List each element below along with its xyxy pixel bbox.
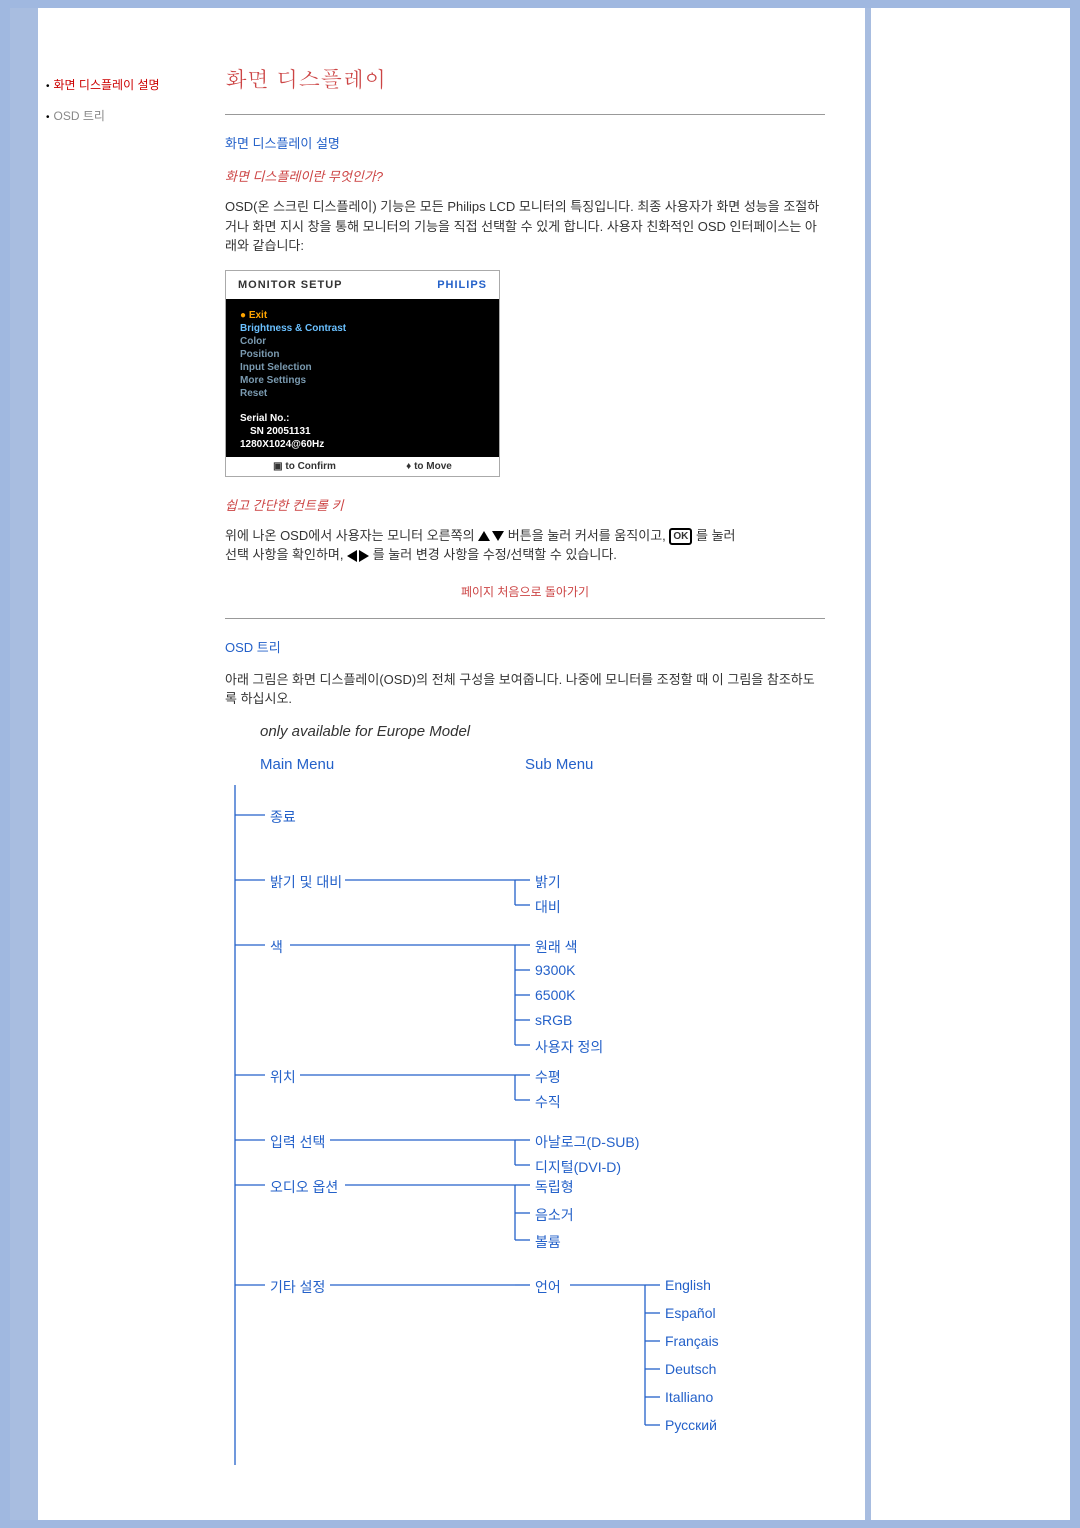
bullet-icon: • (46, 112, 50, 123)
sidebar-link-osd-tree[interactable]: • OSD 트리 (46, 107, 216, 124)
divider (225, 114, 825, 115)
menu-header-row: Main Menu Sub Menu (225, 756, 825, 773)
tree-main-position: 위치 (270, 1067, 296, 1087)
page-title: 화면 디스플레이 (225, 63, 825, 94)
tree-sub-mute: 음소거 (535, 1205, 574, 1225)
tree-sub-srgb: sRGB (535, 1012, 572, 1028)
tree-sub-6500k: 6500K (535, 987, 575, 1003)
sidebar-link-osd-desc[interactable]: • 화면 디스플레이 설명 (46, 76, 216, 93)
sidebar-link-label: OSD 트리 (54, 109, 105, 123)
tree-sub-analog: 아날로그(D-SUB) (535, 1132, 639, 1152)
europe-note: only available for Europe Model (260, 723, 825, 740)
tree-main-input: 입력 선택 (270, 1132, 325, 1152)
sidebar-link-label: 화면 디스플레이 설명 (54, 78, 160, 92)
back-to-top-link[interactable]: 페이지 처음으로 돌아가기 (461, 585, 589, 599)
tree-sub-bright: 밝기 (535, 872, 561, 892)
triangle-down-icon (492, 531, 504, 541)
osd-item-position: Position (240, 348, 485, 361)
main-menu-header: Main Menu (225, 756, 525, 773)
left-right-icon (347, 550, 369, 562)
osd-header: MONITOR SETUP PHILIPS (226, 271, 499, 299)
osd-item-more: More Settings (240, 374, 485, 387)
tree-lang-ru: Русский (665, 1417, 717, 1433)
tree-sub-language: 언어 (535, 1277, 561, 1297)
tree-main-brightness: 밝기 및 대비 (270, 872, 342, 892)
tree-sub-standalone: 독립형 (535, 1177, 574, 1197)
tree-sub-vert: 수직 (535, 1092, 561, 1112)
osd-title: MONITOR SETUP (238, 279, 342, 291)
osd-resolution: 1280X1024@60Hz (240, 438, 485, 451)
tree-lang-en: English (665, 1277, 711, 1293)
paragraph-desc: OSD(온 스크린 디스플레이) 기능은 모든 Philips LCD 모니터의… (225, 197, 825, 256)
tree-sub-user: 사용자 정의 (535, 1037, 603, 1057)
divider (225, 618, 825, 619)
osd-item-color: Color (240, 335, 485, 348)
text-seg: 선택 사항을 확인하며, (225, 547, 347, 562)
section-subheading-controls: 쉽고 간단한 컨트롤 키 (225, 495, 825, 514)
triangle-right-icon (359, 550, 369, 562)
tree-main-color: 색 (270, 937, 283, 957)
tree-sub-9300k: 9300K (535, 962, 575, 978)
tree-main-exit: 종료 (270, 807, 296, 827)
tree-sub-origcolor: 원래 색 (535, 937, 578, 957)
right-border-strip (865, 8, 871, 1520)
tree-sub-volume: 볼륨 (535, 1232, 561, 1252)
back-to-top: 페이지 처음으로 돌아가기 (225, 583, 825, 600)
osd-screenshot: MONITOR SETUP PHILIPS ● Exit Brightness … (225, 270, 500, 477)
bullet-icon: • (46, 81, 50, 92)
osd-serial-label: Serial No.: (240, 412, 485, 425)
section-subheading: 화면 디스플레이란 무엇인가? (225, 166, 825, 185)
osd-footer: ▣ to Confirm ♦ to Move (226, 457, 499, 476)
osd-serial: SN 20051131 (240, 425, 485, 438)
tree-sub-digital: 디지털(DVI-D) (535, 1157, 621, 1177)
osd-item-reset: Reset (240, 387, 485, 400)
text-seg: 를 눌러 (696, 528, 736, 543)
main-content: 화면 디스플레이 화면 디스플레이 설명 화면 디스플레이란 무엇인가? OSD… (225, 8, 855, 1495)
ok-icon: OK (669, 528, 692, 545)
sub-menu-header: Sub Menu (525, 756, 593, 773)
text-seg: 버튼을 눌러 커서를 움직이고, (508, 528, 670, 543)
tree-sub-horiz: 수평 (535, 1067, 561, 1087)
tree-sub-contrast: 대비 (535, 897, 561, 917)
left-border-strip (10, 8, 38, 1520)
tree-main-audio: 오디오 옵션 (270, 1177, 338, 1197)
tree-lang-fr: Français (665, 1333, 719, 1349)
tree-lang-es: Español (665, 1305, 716, 1321)
osd-foot-move: ♦ to Move (406, 461, 452, 472)
tree-lang-de: Deutsch (665, 1361, 716, 1377)
up-down-icon (478, 531, 504, 541)
osd-foot-confirm: ▣ to Confirm (273, 461, 336, 472)
osd-item-exit: ● Exit (240, 309, 485, 322)
text-seg: 를 눌러 변경 사항을 수정/선택할 수 있습니다. (373, 547, 617, 562)
osd-brand: PHILIPS (437, 279, 487, 291)
page-container: • 화면 디스플레이 설명 • OSD 트리 화면 디스플레이 화면 디스플레이 설… (10, 8, 1070, 1520)
tree-main-more: 기타 설정 (270, 1277, 325, 1297)
osd-item-input: Input Selection (240, 361, 485, 374)
triangle-left-icon (347, 550, 357, 562)
section-heading-desc: 화면 디스플레이 설명 (225, 133, 825, 152)
osd-info: Serial No.: SN 20051131 1280X1024@60Hz (240, 412, 485, 451)
triangle-up-icon (478, 531, 490, 541)
osd-item-brightness: Brightness & Contrast (240, 322, 485, 335)
sidebar-nav: • 화면 디스플레이 설명 • OSD 트리 (46, 76, 216, 138)
osd-body: ● Exit Brightness & Contrast Color Posit… (226, 299, 499, 457)
osd-tree-diagram: 종료 밝기 및 대비 색 위치 입력 선택 오디오 옵션 기타 설정 밝기 대비… (225, 785, 825, 1465)
paragraph-tree: 아래 그림은 화면 디스플레이(OSD)의 전체 구성을 보여줍니다. 나중에 … (225, 670, 825, 709)
section-heading-tree: OSD 트리 (225, 637, 825, 656)
paragraph-controls: 위에 나온 OSD에서 사용자는 모니터 오른쪽의 버튼을 눌러 커서를 움직이… (225, 526, 825, 565)
text-seg: 위에 나온 OSD에서 사용자는 모니터 오른쪽의 (225, 528, 478, 543)
tree-lang-it: Italliano (665, 1389, 713, 1405)
